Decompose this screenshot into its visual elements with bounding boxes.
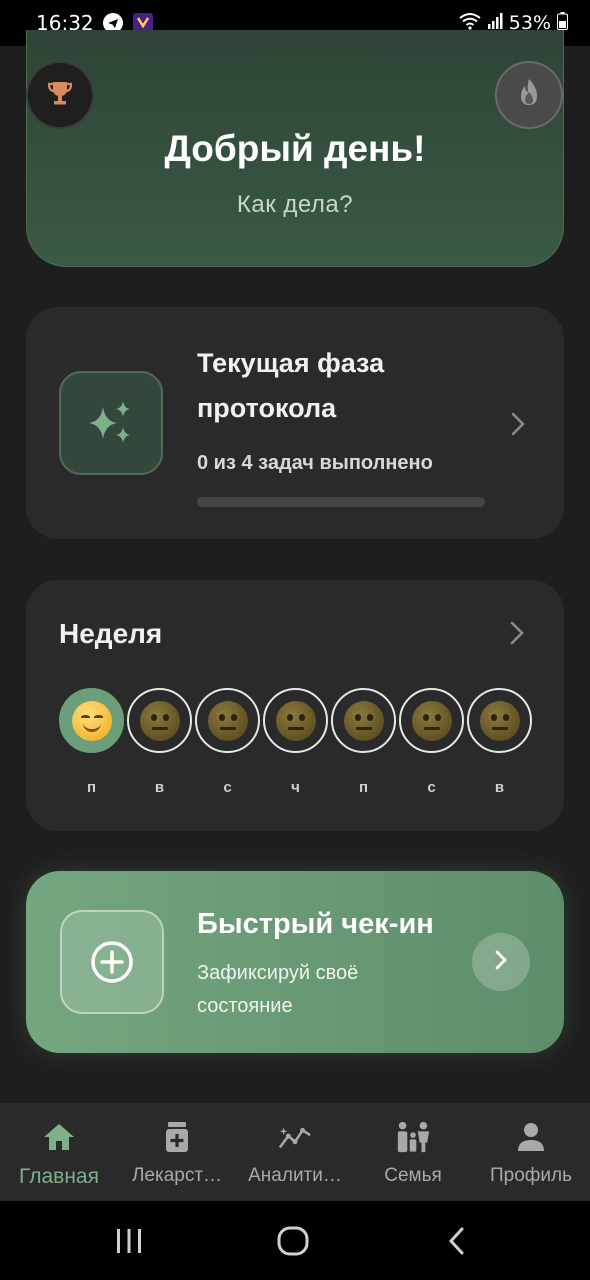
mood-circle[interactable] [263, 688, 328, 753]
chevron-right-icon [503, 409, 533, 439]
day-item[interactable]: в [467, 688, 532, 796]
nav-label: Аналити… [248, 1165, 342, 1186]
nav-item-analytics[interactable]: Аналити… [236, 1103, 354, 1201]
nav-label: Профиль [489, 1165, 573, 1186]
neutral-face-icon [411, 700, 452, 741]
family-icon [395, 1119, 431, 1155]
neutral-face-icon [207, 700, 248, 741]
greeting-title: Добрый день! [164, 128, 426, 169]
home-icon [41, 1119, 77, 1155]
neutral-face-icon [343, 700, 384, 741]
nav-item-medicine[interactable]: Лекарст… [118, 1103, 236, 1201]
nav-label: Главная [19, 1165, 99, 1188]
day-label: в [154, 779, 165, 796]
achievements-button[interactable] [26, 61, 94, 129]
day-item[interactable]: п [331, 688, 396, 796]
system-navigation-bar [0, 1201, 590, 1280]
protocol-phase-card[interactable]: Текущая фаза протокола 0 из 4 задач выпо… [26, 307, 564, 539]
back-icon[interactable] [444, 1225, 468, 1257]
nav-item-family[interactable]: Семья [354, 1103, 472, 1201]
day-label: ч [291, 779, 300, 796]
trophy-icon [46, 79, 74, 112]
streak-button[interactable] [495, 61, 563, 129]
mood-circle[interactable] [127, 688, 192, 753]
day-item[interactable]: с [399, 688, 464, 796]
day-item[interactable]: в [127, 688, 192, 796]
checkin-arrow-button[interactable] [472, 933, 530, 991]
mood-circle[interactable] [195, 688, 260, 753]
medicine-icon [159, 1119, 195, 1155]
neutral-face-icon [275, 700, 316, 741]
quick-checkin-card[interactable]: Быстрый чек-ин Зафиксируй своё состояние [26, 871, 564, 1053]
nav-item-profile[interactable]: Профиль [472, 1103, 590, 1201]
day-item[interactable]: с [195, 688, 260, 796]
phase-title: Текущая фаза протокола [197, 348, 385, 423]
phase-tasks-status: 0 из 4 задач выполнено [197, 452, 433, 474]
recent-apps-icon[interactable] [114, 1225, 144, 1257]
neutral-face-icon [479, 700, 520, 741]
chevron-right-icon[interactable] [502, 618, 532, 648]
phase-progress-bar [197, 497, 485, 507]
sparkles-icon [59, 371, 163, 475]
mood-circle[interactable] [331, 688, 396, 753]
analytics-icon [277, 1119, 313, 1155]
week-card[interactable]: Неделя п в с ч п с в [26, 580, 564, 831]
week-days: п в с ч п с в [59, 688, 532, 796]
chevron-right-icon [494, 949, 508, 976]
day-item[interactable]: п [59, 688, 124, 796]
home-button-icon[interactable] [276, 1225, 310, 1257]
day-label: п [358, 779, 369, 796]
week-title: Неделя [59, 618, 163, 649]
neutral-face-icon [139, 700, 180, 741]
nav-label: Лекарст… [131, 1165, 223, 1186]
nav-item-home[interactable]: Главная [0, 1103, 118, 1201]
nav-label: Семья [384, 1165, 442, 1186]
day-label: п [86, 779, 97, 796]
checkin-subtitle: Зафиксируй своё состояние [197, 962, 359, 1017]
mood-circle[interactable] [467, 688, 532, 753]
day-label: с [223, 779, 232, 796]
happy-face-icon [71, 700, 112, 741]
bottom-navigation: Главная Лекарст… Аналити… Семья Профиль [0, 1103, 590, 1201]
day-label: в [494, 779, 505, 796]
mood-circle[interactable] [59, 688, 124, 753]
mood-circle[interactable] [399, 688, 464, 753]
day-label: с [427, 779, 436, 796]
greeting-subtitle: Как дела? [236, 191, 354, 218]
plus-circle-icon [60, 910, 164, 1014]
checkin-title: Быстрый чек-ин [197, 908, 434, 940]
profile-icon [513, 1119, 549, 1155]
fire-icon [515, 78, 543, 113]
day-item[interactable]: ч [263, 688, 328, 796]
